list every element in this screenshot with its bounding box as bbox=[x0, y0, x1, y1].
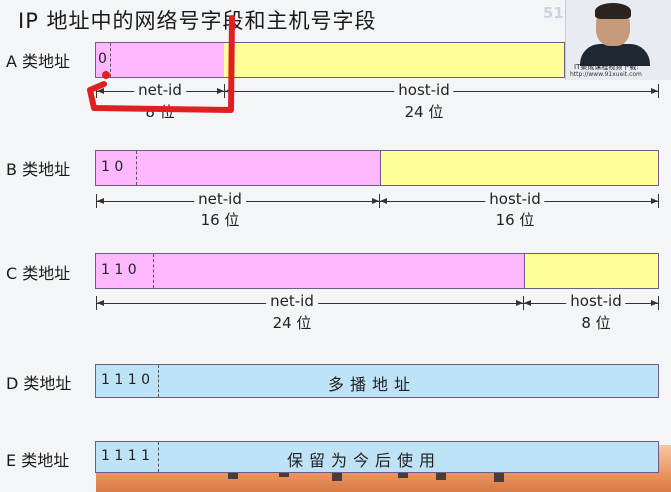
row-label-c: C 类地址 bbox=[6, 264, 71, 283]
class-bits: 1 1 0 bbox=[101, 262, 137, 278]
bits-divider bbox=[136, 151, 137, 185]
host-bits-label: 8 位 bbox=[581, 314, 611, 332]
video-url: http://www.91xueit.com bbox=[570, 71, 642, 78]
bits-divider bbox=[158, 365, 159, 397]
bits-divider bbox=[158, 442, 159, 472]
presenter-video: IT集成课程视频下载: http://www.91xueit.com bbox=[565, 0, 671, 80]
segment-divider bbox=[524, 254, 525, 288]
dim-tick bbox=[658, 194, 659, 208]
class-b-bar: 1 0 bbox=[95, 150, 659, 186]
presenter-hair bbox=[595, 3, 631, 19]
red-annotation-mark bbox=[87, 15, 235, 113]
segment-divider bbox=[380, 151, 381, 185]
host-id-label: host-id bbox=[394, 82, 454, 99]
row-label-d: D 类地址 bbox=[6, 374, 72, 393]
class-bits: 1 1 1 1 bbox=[101, 448, 150, 464]
host-segment bbox=[380, 151, 658, 185]
host-id-label: host-id bbox=[485, 191, 545, 208]
class-bits: 1 0 bbox=[101, 159, 124, 175]
net-bits-label: 16 位 bbox=[200, 211, 240, 229]
dim-tick bbox=[658, 296, 659, 310]
bits-divider bbox=[153, 254, 154, 288]
red-stroke bbox=[87, 15, 235, 113]
reserved-label: 保留为今后使用 bbox=[286, 451, 442, 470]
host-bits-label: 16 位 bbox=[495, 211, 535, 229]
red-dot bbox=[102, 71, 110, 79]
multicast-label: 多播地址 bbox=[327, 375, 417, 394]
net-id-label: net-id bbox=[194, 191, 246, 208]
class-e-bar: 1 1 1 1 保留为今后使用 bbox=[95, 441, 659, 473]
host-bits-label: 24 位 bbox=[404, 103, 444, 121]
row-label-b: B 类地址 bbox=[6, 160, 71, 179]
net-bits-label: 24 位 bbox=[272, 314, 312, 332]
row-label-a: A 类地址 bbox=[6, 52, 71, 71]
row-label-e: E 类地址 bbox=[6, 451, 70, 470]
class-c-bar: 1 1 0 bbox=[95, 253, 659, 289]
net-segment bbox=[96, 151, 380, 185]
net-id-label: net-id bbox=[266, 293, 318, 310]
class-d-bar: 1 1 1 0 多播地址 bbox=[95, 364, 659, 398]
host-id-label: host-id bbox=[566, 293, 626, 310]
net-segment bbox=[96, 254, 524, 288]
host-segment bbox=[224, 43, 564, 77]
class-bits: 1 1 1 0 bbox=[101, 372, 150, 388]
dim-tick bbox=[658, 84, 659, 98]
host-segment bbox=[524, 254, 658, 288]
